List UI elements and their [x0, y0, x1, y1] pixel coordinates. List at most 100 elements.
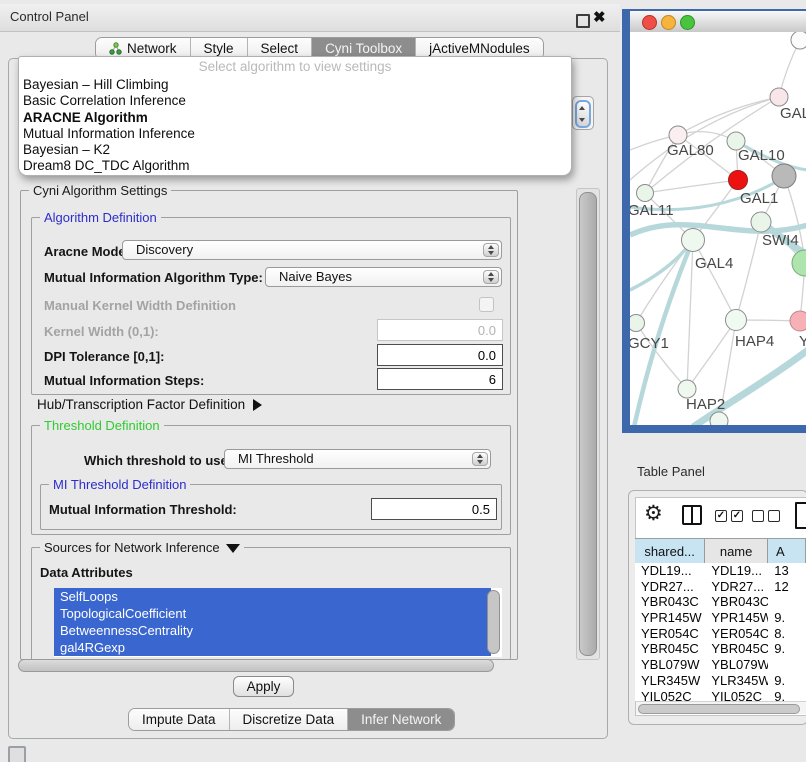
tab-discretize-data[interactable]: Discretize Data [230, 709, 349, 730]
data-attributes-label: Data Attributes [40, 565, 133, 580]
network-node[interactable] [772, 164, 796, 188]
table-row[interactable]: YDL19...YDL19...13 [635, 563, 806, 579]
table-horizontal-scrollbar[interactable] [636, 701, 806, 714]
network-node-gcy1[interactable] [630, 315, 645, 332]
kernel-width-label: Kernel Width (0,1): [44, 324, 159, 339]
settings-scrollbar-thumb[interactable] [579, 192, 597, 656]
mi-steps-field[interactable]: 6 [377, 368, 503, 390]
node-label-gal4: GAL4 [695, 255, 733, 272]
threshold-definition-group: Threshold Definition Which threshold to … [31, 425, 511, 535]
aracne-mode-label: Aracne Mode: [44, 244, 130, 259]
mi-threshold-field[interactable]: 0.5 [371, 498, 497, 520]
table-row[interactable]: YIL052CYIL052C9. [635, 689, 806, 702]
algorithm-option-dream8-dc-tdc-algorithm[interactable]: Dream8 DC_TDC Algorithm [19, 158, 571, 174]
columns-icon[interactable] [682, 505, 702, 525]
close-icon[interactable]: ✖ [593, 8, 606, 26]
mi-type-combo[interactable]: Naive Bayes [265, 267, 502, 287]
settings-horizontal-scrollbar[interactable] [18, 659, 494, 672]
close-traffic-light[interactable] [642, 15, 657, 30]
which-threshold-combo[interactable]: MI Threshold [224, 449, 491, 469]
network-node-gal[interactable] [770, 88, 788, 106]
table-cell: YLR345W [705, 673, 768, 689]
checked-checkbox-icon[interactable]: ✓ [731, 510, 743, 522]
settings-vertical-scrollbar[interactable] [576, 188, 600, 660]
hub-factor-label: Hub/Transcription Factor Definition [37, 397, 245, 412]
table-row[interactable]: YBR043CYBR043C [635, 594, 806, 610]
attribute-item-betweennesscentrality[interactable]: BetweennessCentrality [54, 622, 491, 639]
algorithm-option-aracne-algorithm[interactable]: ARACNE Algorithm [19, 110, 571, 126]
network-node[interactable] [792, 250, 806, 276]
table-row[interactable]: YPR145WYPR145W9. [635, 610, 806, 626]
algorithm-popup-list: Bayesian – Hill ClimbingBasic Correlatio… [19, 77, 571, 175]
table-cell: YPR145W [705, 610, 768, 626]
cyni-algorithm-settings-group: Cyni Algorithm Settings Algorithm Defini… [20, 190, 518, 660]
network-window-titlebar[interactable] [630, 11, 806, 33]
mi-threshold-group-title: MI Threshold Definition [49, 477, 190, 492]
manual-kernel-checkbox[interactable] [479, 297, 494, 312]
attribute-item-gal4rgexp[interactable]: gal4RGexp [54, 639, 491, 656]
table-panel-title: Table Panel [637, 464, 705, 479]
mi-threshold-group: MI Threshold Definition Mutual Informati… [40, 484, 502, 530]
tab-infer-network[interactable]: Infer Network [348, 709, 454, 730]
gear-icon[interactable]: ⚙ [644, 501, 663, 525]
which-threshold-label: Which threshold to use: [84, 453, 232, 468]
algorithm-option-mutual-information-inference[interactable]: Mutual Information Inference [19, 126, 571, 142]
attribute-item-selfloops[interactable]: SelfLoops [54, 588, 491, 605]
network-node[interactable] [791, 32, 806, 49]
table-cell: 9. [768, 673, 806, 689]
combo-stepper-icon [472, 452, 488, 466]
node-label-gal11: GAL11 [630, 202, 674, 219]
attribute-item-topologicalcoefficient[interactable]: TopologicalCoefficient [54, 605, 491, 622]
table-cell: YBL079W [635, 657, 705, 673]
table-cell: 13 [768, 563, 806, 579]
unchecked-checkbox-icon[interactable] [768, 510, 780, 522]
checked-checkbox-icon[interactable]: ✓ [715, 510, 727, 522]
table-cell: YDR27... [705, 579, 768, 595]
network-view[interactable]: GALGAL80GAL10GAL1GAL11SWI4GAL4GCY1HAP4YH… [630, 32, 806, 425]
combo-stepper-focused[interactable] [575, 100, 591, 128]
document-icon[interactable] [795, 502, 806, 529]
table-cell: 12 [768, 579, 806, 595]
column-header-partial[interactable]: A [768, 539, 806, 563]
network-node-swi4[interactable] [751, 212, 771, 232]
table-row[interactable]: YDR27...YDR27...12 [635, 579, 806, 595]
table-scrollbar-thumb[interactable] [638, 704, 800, 714]
dpi-tolerance-field[interactable]: 0.0 [377, 344, 503, 366]
minimize-traffic-light[interactable] [661, 15, 676, 30]
sources-group-title: Sources for Network Inference [40, 540, 244, 555]
control-panel-title: Control Panel [10, 9, 89, 24]
column-header-shared[interactable]: shared... [635, 539, 705, 563]
algorithm-option-bayesian-hill-climbing[interactable]: Bayesian – Hill Climbing [19, 77, 571, 93]
network-node-y[interactable] [790, 311, 806, 331]
network-node-gal11[interactable] [637, 185, 654, 202]
kernel-width-field[interactable]: 0.0 [377, 319, 503, 341]
unchecked-checkbox-icon[interactable] [752, 510, 764, 522]
minimized-panel-icon[interactable] [8, 746, 26, 762]
network-node[interactable] [710, 412, 728, 425]
table-cell: YBR043C [635, 594, 705, 610]
attribute-list-scrollbar[interactable] [487, 590, 500, 654]
table-row[interactable]: YLR345WYLR345W9. [635, 673, 806, 689]
network-node-gal1[interactable] [729, 171, 748, 190]
network-node-gal4[interactable] [682, 229, 705, 252]
node-label-y: Y [799, 333, 806, 350]
expander-right-icon [253, 399, 262, 411]
zoom-traffic-light[interactable] [680, 15, 695, 30]
network-tab-icon [109, 42, 122, 55]
apply-button[interactable]: Apply [233, 676, 294, 697]
manual-kernel-label: Manual Kernel Width Definition [44, 298, 236, 313]
hub-factor-expander[interactable]: Hub/Transcription Factor Definition [37, 397, 262, 412]
float-window-icon[interactable] [576, 14, 590, 28]
tab-impute-data[interactable]: Impute Data [129, 709, 230, 730]
algorithm-option-basic-correlation-inference[interactable]: Basic Correlation Inference [19, 93, 571, 109]
column-header-name[interactable]: name [705, 539, 768, 563]
algorithm-definition-title: Algorithm Definition [40, 210, 161, 225]
node-label-hap2: HAP2 [686, 396, 725, 413]
table-row[interactable]: YBL079WYBL079W [635, 657, 806, 673]
data-attributes-list: SelfLoopsTopologicalCoefficientBetweenne… [54, 588, 502, 657]
table-row[interactable]: YER054CYER054C8. [635, 626, 806, 642]
network-node-hap4[interactable] [726, 310, 747, 331]
table-row[interactable]: YBR045CYBR045C9. [635, 641, 806, 657]
aracne-mode-combo[interactable]: Discovery [122, 240, 502, 260]
algorithm-option-bayesian-k2[interactable]: Bayesian – K2 [19, 142, 571, 158]
